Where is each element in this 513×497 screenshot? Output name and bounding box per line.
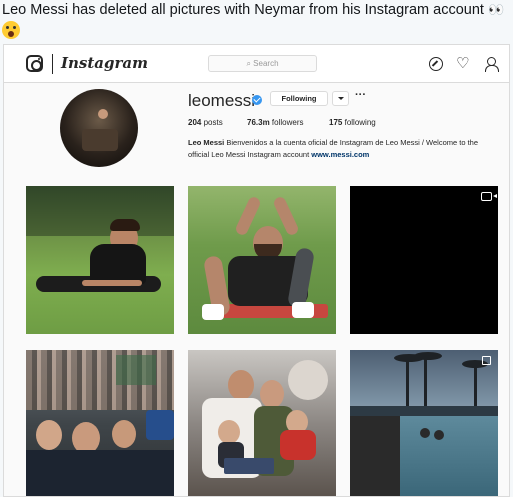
post-messi-lying-grass[interactable] <box>26 186 174 334</box>
video-icon <box>481 192 497 201</box>
post-crowd-fans[interactable] <box>26 350 174 496</box>
followers-count: 76.3m <box>247 118 270 127</box>
search-icon: ⌕ <box>246 59 251 68</box>
instagram-wordmark[interactable]: Instagram <box>61 54 148 72</box>
posts-stat: 204 posts <box>188 118 223 127</box>
post-messi-sitting-stretch[interactable] <box>188 186 336 334</box>
compass-icon[interactable] <box>429 57 443 71</box>
profile-bio: Leo Messi Bienvenidos a la cuenta oficia… <box>188 137 500 161</box>
post-family-jet[interactable] <box>188 350 336 496</box>
post-pool-sunset[interactable] <box>350 350 498 496</box>
scream-emoji-icon <box>2 21 20 39</box>
bio-link[interactable]: www.messi.com <box>311 150 369 159</box>
following-stat-label: following <box>344 118 376 127</box>
header-divider <box>52 54 53 74</box>
search-input[interactable]: ⌕ Search <box>208 55 317 72</box>
following-button[interactable]: Following <box>270 91 328 106</box>
chevron-down-icon[interactable] <box>332 91 349 106</box>
heart-icon[interactable]: ♡ <box>456 56 470 71</box>
more-options-button[interactable]: ··· <box>355 89 366 101</box>
search-placeholder: Search <box>253 59 279 68</box>
tweet-body: Leo Messi has deleted all pictures with … <box>2 2 484 18</box>
post-black-video[interactable] <box>350 186 498 334</box>
profile-icon[interactable] <box>484 57 499 72</box>
album-icon <box>482 356 491 365</box>
followers-label: followers <box>271 118 304 127</box>
following-stat[interactable]: 175 following <box>329 118 376 127</box>
posts-count: 204 <box>188 118 202 127</box>
instagram-header: Instagram ⌕ Search ♡ <box>4 45 509 83</box>
instagram-screenshot: Instagram ⌕ Search ♡ leomessi Following … <box>3 44 510 497</box>
tweet-text: Leo Messi has deleted all pictures with … <box>2 0 510 42</box>
following-count: 175 <box>329 118 343 127</box>
posts-label: posts <box>203 118 223 127</box>
eyes-emoji-icon: 👀 <box>487 3 505 18</box>
bio-name: Leo Messi <box>188 138 225 147</box>
verified-badge-icon <box>252 95 262 105</box>
instagram-glyph-icon[interactable] <box>26 55 43 72</box>
followers-stat[interactable]: 76.3m followers <box>247 118 304 127</box>
avatar[interactable] <box>60 89 138 167</box>
profile-username: leomessi <box>188 91 256 110</box>
